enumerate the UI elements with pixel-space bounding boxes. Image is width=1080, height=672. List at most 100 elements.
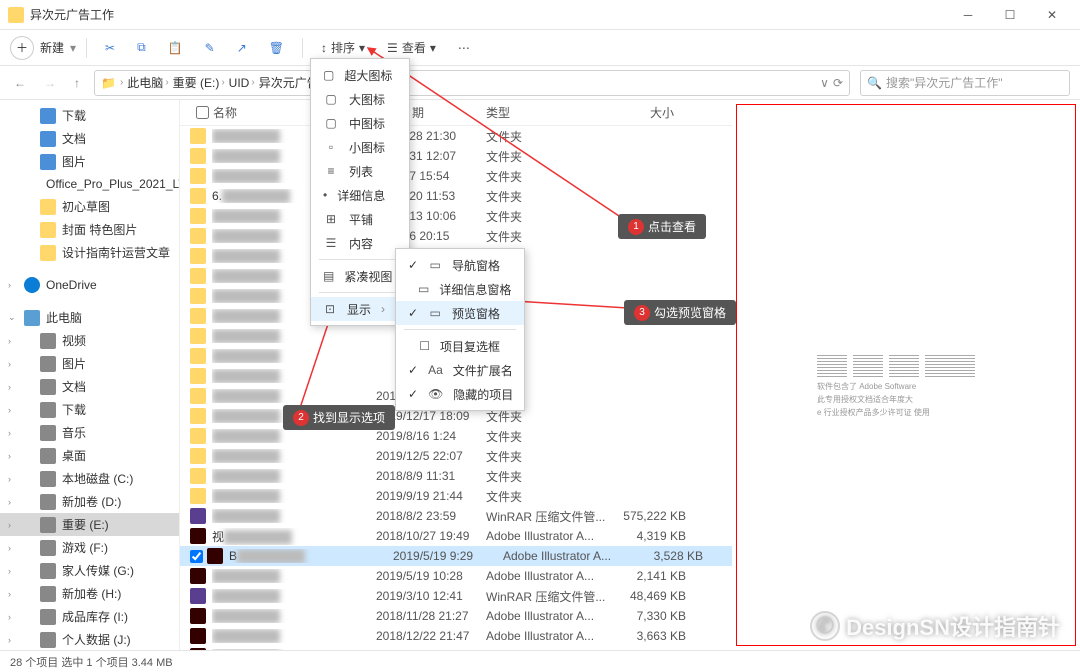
show-submenu-item[interactable]: ✓▭导航窗格 bbox=[396, 253, 524, 277]
file-row[interactable]: ████████ 019/7/28 21:30 文件夹 bbox=[180, 126, 732, 146]
check-icon: ✓ bbox=[408, 363, 418, 377]
file-row[interactable]: ████████ 021/5/31 12:07 文件夹 bbox=[180, 146, 732, 166]
sort-button[interactable]: ↕ 排序 ▾ bbox=[313, 35, 373, 60]
file-row[interactable]: ████████ 2019/12/5 22:07 文件夹 bbox=[180, 446, 732, 466]
sidebar-item[interactable]: ›OneDrive bbox=[0, 274, 179, 296]
file-row[interactable]: ████████ 2018/12/22 21:47 Adobe Illustra… bbox=[180, 626, 732, 646]
paste-button[interactable]: 📋 bbox=[160, 37, 191, 59]
column-headers[interactable]: 名称 修改日期 类型 大小 bbox=[180, 100, 732, 126]
file-size: 2,141 KB bbox=[606, 569, 686, 583]
wechat-icon: ✆ bbox=[810, 611, 840, 641]
select-all-checkbox[interactable] bbox=[196, 106, 209, 119]
refresh-button[interactable]: ⟳ bbox=[833, 76, 843, 90]
file-name: ████████ bbox=[212, 509, 376, 523]
view-menu-item[interactable]: ▫小图标 bbox=[311, 135, 409, 159]
file-date: 2019/9/19 21:44 bbox=[376, 489, 486, 503]
navigation-pane[interactable]: 下载文档图片Office_Pro_Plus_2021_LTSC Project初… bbox=[0, 100, 180, 650]
show-submenu-item[interactable]: ✓▭预览窗格 bbox=[396, 301, 524, 325]
view-menu-item[interactable]: ▢大图标 bbox=[311, 87, 409, 111]
crumb-1[interactable]: 重要 (E:)› bbox=[173, 74, 225, 91]
sidebar-item[interactable]: ›重要 (E:) bbox=[0, 513, 179, 536]
folder-icon bbox=[190, 248, 206, 264]
sidebar-item[interactable]: 初心草图 bbox=[0, 195, 179, 218]
view-menu-item[interactable]: ▢超大图标 bbox=[311, 63, 409, 87]
sidebar-item[interactable]: ›本地磁盘 (C:) bbox=[0, 467, 179, 490]
view-menu-item[interactable]: ⊞平铺 bbox=[311, 207, 409, 231]
menu-label: 隐藏的项目 bbox=[453, 386, 513, 403]
up-button[interactable]: ↑ bbox=[70, 76, 84, 90]
file-date: 2019/5/19 9:29 bbox=[393, 549, 503, 563]
address-bar[interactable]: 📁 › 此电脑› 重要 (E:)› UID› 异次元广告工作› ∨ ⟳ bbox=[94, 70, 850, 96]
view-menu-item[interactable]: ≡列表 bbox=[311, 159, 409, 183]
menu-label: 预览窗格 bbox=[452, 305, 500, 322]
file-name: ████████ bbox=[212, 429, 376, 443]
file-row[interactable]: ████████ 2018/8/9 11:31 文件夹 bbox=[180, 466, 732, 486]
more-button[interactable]: ⋯ bbox=[450, 37, 478, 59]
crumb-0[interactable]: 此电脑› bbox=[127, 74, 168, 91]
sidebar-item[interactable]: ›下载 bbox=[0, 398, 179, 421]
disk-icon bbox=[40, 540, 56, 556]
sidebar-item[interactable]: 设计指南针运营文章 bbox=[0, 241, 179, 264]
sidebar-item[interactable]: 封面 特色图片 bbox=[0, 218, 179, 241]
sidebar-item[interactable]: ›桌面 bbox=[0, 444, 179, 467]
close-button[interactable]: ✕ bbox=[1032, 1, 1072, 29]
minimize-button[interactable]: ─ bbox=[948, 1, 988, 29]
sidebar-item[interactable]: 图片 bbox=[0, 150, 179, 173]
view-menu-item[interactable]: ▢中图标 bbox=[311, 111, 409, 135]
sidebar-item[interactable]: 文档 bbox=[0, 127, 179, 150]
file-row[interactable]: 6.████████ 019/7/20 11:53 文件夹 bbox=[180, 186, 732, 206]
share-button[interactable]: ↗ bbox=[229, 37, 255, 59]
show-submenu-item[interactable]: ▭详细信息窗格 bbox=[396, 277, 524, 301]
disk-icon bbox=[40, 517, 56, 533]
file-row[interactable]: ████████ 2018/11/28 21:27 Adobe Illustra… bbox=[180, 606, 732, 626]
show-submenu-item[interactable]: ✓👁隐藏的项目 bbox=[396, 382, 524, 406]
search-input[interactable]: 🔍 搜索"异次元广告工作" bbox=[860, 70, 1070, 96]
crumb-2[interactable]: UID› bbox=[229, 76, 255, 90]
view-menu-item[interactable]: •详细信息 bbox=[311, 183, 409, 207]
view-icon: ⊞ bbox=[323, 211, 339, 227]
file-row[interactable]: ████████ 2019/9/19 21:44 文件夹 bbox=[180, 486, 732, 506]
file-row[interactable]: ████████ 2018/8/2 23:59 WinRAR 压缩文件管... … bbox=[180, 506, 732, 526]
file-row[interactable]: ████████ 2019/8/16 0:39 Adobe Illustrato… bbox=[180, 646, 732, 650]
file-type: 文件夹 bbox=[486, 468, 606, 485]
file-size: 3,663 KB bbox=[606, 629, 686, 643]
show-submenu-item[interactable]: ☐项目复选框 bbox=[396, 334, 524, 358]
file-row[interactable]: ████████ 019/7/7 15:54 文件夹 bbox=[180, 166, 732, 186]
show-submenu[interactable]: ✓▭导航窗格▭详细信息窗格✓▭预览窗格 ☐项目复选框✓Aa文件扩展名✓👁隐藏的项目 bbox=[395, 248, 525, 411]
sidebar-item[interactable]: ›音乐 bbox=[0, 421, 179, 444]
sidebar-item[interactable]: ›文档 bbox=[0, 375, 179, 398]
file-name: B████████ bbox=[229, 549, 393, 563]
copy-button[interactable]: ⧉ bbox=[129, 36, 154, 59]
maximize-button[interactable]: ☐ bbox=[990, 1, 1030, 29]
back-button[interactable]: ← bbox=[10, 76, 30, 90]
sidebar-item[interactable]: ›新加卷 (H:) bbox=[0, 582, 179, 605]
sidebar-item[interactable]: ›个人数据 (J:) bbox=[0, 628, 179, 650]
sidebar-item[interactable]: ⌄此电脑 bbox=[0, 306, 179, 329]
forward-button[interactable]: → bbox=[40, 76, 60, 90]
file-row[interactable]: ████████ 2019/8/16 1:24 文件夹 bbox=[180, 426, 732, 446]
file-row[interactable]: ████████ 2019/5/19 10:28 Adobe Illustrat… bbox=[180, 566, 732, 586]
row-checkbox[interactable] bbox=[190, 550, 203, 563]
view-button[interactable]: ☰ 查看 ▾ bbox=[379, 35, 444, 60]
sidebar-item[interactable]: Office_Pro_Plus_2021_LTSC Project bbox=[0, 173, 179, 195]
sidebar-item[interactable]: ›游戏 (F:) bbox=[0, 536, 179, 559]
cut-button[interactable]: ✂ bbox=[97, 37, 123, 59]
sidebar-item[interactable]: ›家人传媒 (G:) bbox=[0, 559, 179, 582]
sidebar-item[interactable]: ›成品库存 (I:) bbox=[0, 605, 179, 628]
sidebar-item[interactable]: ›视频 bbox=[0, 329, 179, 352]
sidebar-item[interactable]: 下载 bbox=[0, 104, 179, 127]
sidebar-item[interactable]: ›新加卷 (D:) bbox=[0, 490, 179, 513]
file-row[interactable]: ████████ 2019/3/10 12:41 WinRAR 压缩文件管...… bbox=[180, 586, 732, 606]
disk-icon bbox=[40, 632, 56, 648]
delete-button[interactable]: 🗑 bbox=[261, 37, 292, 59]
file-size: 3,528 KB bbox=[623, 549, 703, 563]
sidebar-item[interactable]: ›图片 bbox=[0, 352, 179, 375]
check-icon: ✓ bbox=[408, 387, 418, 401]
new-button[interactable]: ＋ bbox=[10, 36, 34, 60]
show-submenu-item[interactable]: ✓Aa文件扩展名 bbox=[396, 358, 524, 382]
rename-button[interactable]: ✎ bbox=[197, 37, 223, 59]
file-row[interactable]: 视████████ 2018/10/27 19:49 Adobe Illustr… bbox=[180, 526, 732, 546]
view-icon: ▤ bbox=[323, 268, 334, 284]
file-row[interactable]: B████████ 2019/5/19 9:29 Adobe Illustrat… bbox=[180, 546, 732, 566]
dropdown-icon[interactable]: ∨ bbox=[820, 76, 829, 90]
